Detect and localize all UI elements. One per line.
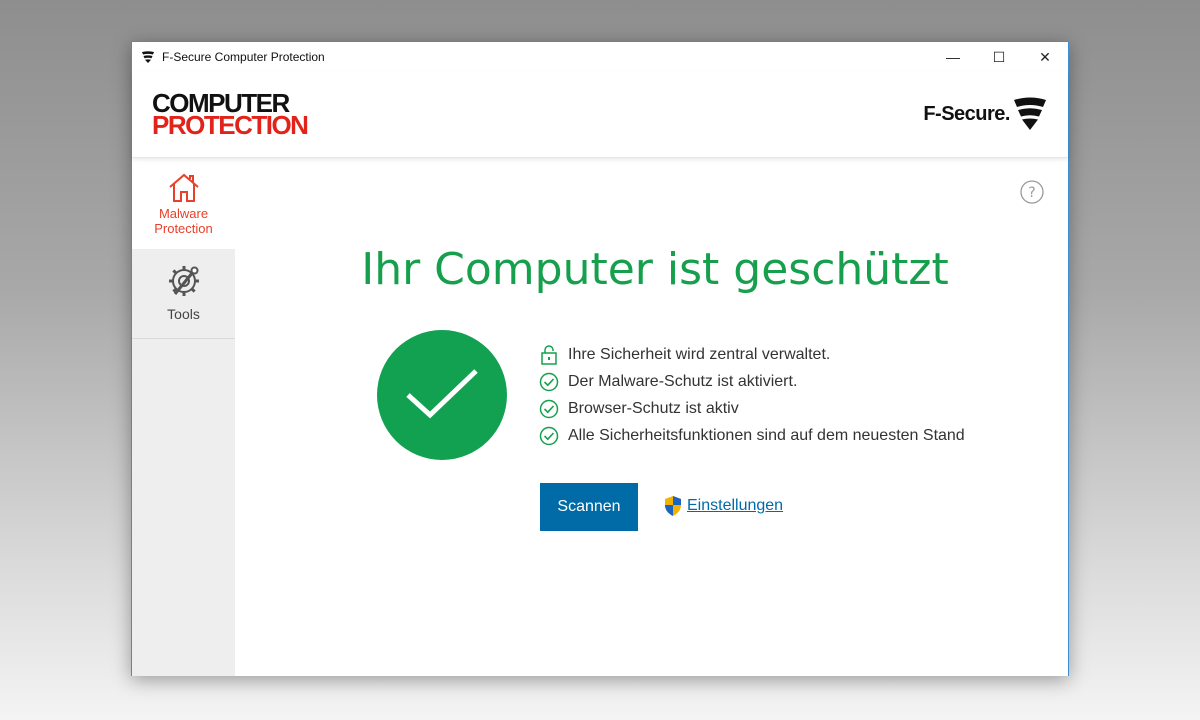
check-circle-icon [539,372,559,392]
settings-link-label[interactable]: Einstellungen [687,497,783,515]
lock-icon [539,344,559,365]
app-window: F-Secure Computer Protection — ☐ ✕ COMPU… [131,41,1069,676]
protection-status-title: Ihr Computer ist geschützt [361,244,949,295]
list-item: Der Malware-Schutz ist aktiviert. [539,368,965,395]
list-item: Browser-Schutz ist aktiv [539,395,965,422]
vendor-logo: F-Secure. [923,96,1048,132]
scan-button[interactable]: Scannen [540,483,638,531]
title-bar[interactable]: F-Secure Computer Protection — ☐ ✕ [132,42,1068,72]
fsecure-app-icon [142,50,156,64]
checkmark-icon [406,369,478,419]
settings-link[interactable]: Einstellungen [663,495,783,517]
sidebar-item-malware-protection[interactable]: Malware Protection [132,158,235,249]
fsecure-shield-icon [1014,97,1046,130]
check-circle-icon [539,399,559,419]
sidebar: Malware Protection Tools [132,158,235,676]
tools-icon [168,266,199,296]
minimize-button[interactable]: — [930,42,976,72]
list-item: Ihre Sicherheit wird zentral verwaltet. [539,341,965,368]
question-icon[interactable]: ? [1020,180,1044,209]
status-text: Browser-Schutz ist aktiv [568,399,739,417]
status-list: Ihre Sicherheit wird zentral verwaltet. … [539,341,965,449]
sidebar-item-label: Malware Protection [154,206,213,236]
status-text: Alle Sicherheitsfunktionen sind auf dem … [568,426,965,444]
main-panel: ? Ihr Computer ist geschützt Ihre Sicher… [235,158,1068,676]
status-check-badge [377,330,507,460]
sidebar-item-label: Tools [167,306,200,322]
sidebar-item-tools[interactable]: Tools [132,249,235,339]
status-text: Ihre Sicherheit wird zentral verwaltet. [568,345,831,363]
window-title: F-Secure Computer Protection [162,50,325,64]
svg-text:?: ? [1028,185,1035,201]
app-header: COMPUTER PROTECTION F-Secure. [132,72,1068,158]
close-button[interactable]: ✕ [1022,42,1068,72]
uac-shield-icon [665,496,681,516]
product-logo-line2: PROTECTION [152,110,309,140]
maximize-button[interactable]: ☐ [976,42,1022,72]
window-controls: — ☐ ✕ [930,42,1068,72]
product-logo: COMPUTER PROTECTION [152,90,309,140]
status-text: Der Malware-Schutz ist aktiviert. [568,372,798,390]
check-circle-icon [539,426,559,446]
vendor-name: F-Secure. [923,102,1010,125]
home-icon [168,173,199,202]
list-item: Alle Sicherheitsfunktionen sind auf dem … [539,422,965,449]
